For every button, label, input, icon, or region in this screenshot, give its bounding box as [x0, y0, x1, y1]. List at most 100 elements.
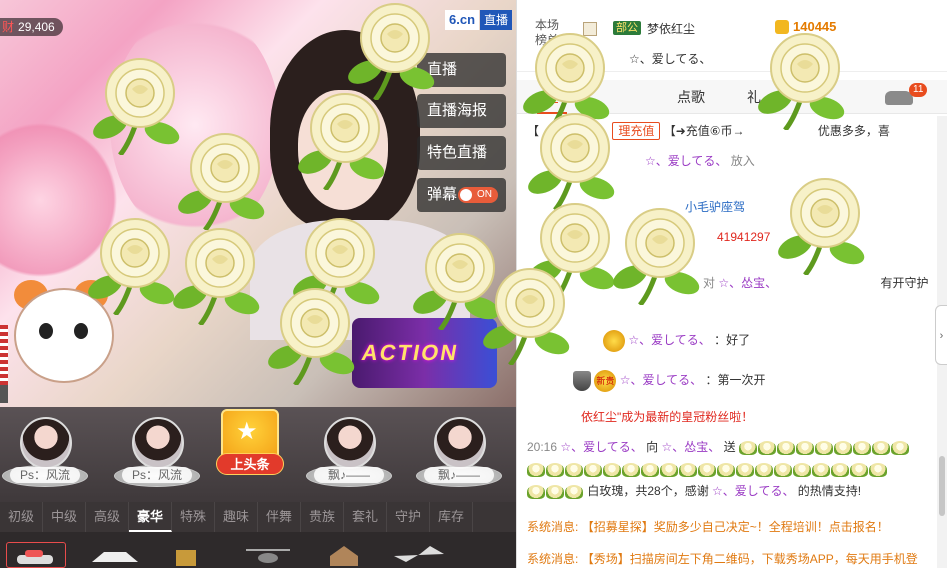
- chat-message: 【 理充值 【➜充值⑥币→ 优惠多多，喜: [527, 122, 890, 140]
- tab-special[interactable]: 特殊: [172, 502, 215, 532]
- live-poster-button[interactable]: 直播海报: [417, 94, 506, 128]
- chat-text: 送: [723, 440, 736, 454]
- tab-dance[interactable]: 伴舞: [258, 502, 301, 532]
- live-video[interactable]: ACTION 财 29,406 6.cn 直播 直播 直播海报 特色直播 弹幕 O…: [0, 0, 516, 407]
- gift-item-house[interactable]: [316, 542, 376, 568]
- tab-song[interactable]: 点歌: [677, 80, 705, 114]
- live-button[interactable]: 直播: [417, 53, 506, 87]
- event-sign-graphic: ACTION: [359, 340, 461, 365]
- rose-icon: [565, 484, 583, 499]
- headline-button[interactable]: ★ 上头条: [216, 409, 286, 487]
- rose-icon: [890, 440, 909, 455]
- rose-icon: [546, 484, 564, 499]
- guard-item[interactable]: 飘♪——: [304, 415, 394, 495]
- chat-text: 有开守护: [880, 276, 929, 290]
- tab-basic[interactable]: 初级: [0, 502, 43, 532]
- chat-message: 小毛驴座驾: [685, 198, 745, 216]
- wealth-counter: 财 29,406: [0, 18, 63, 36]
- rose-icon: [757, 440, 776, 455]
- rose-icon: [603, 462, 621, 477]
- system-link[interactable]: 【秀场】扫描房间左下角二维码，下载秀场APP，每天用手机登: [582, 552, 918, 566]
- gift-message: 白玫瑰，共28个，感谢 ☆、爱してる、 的热情支持!: [527, 482, 861, 500]
- chevron-right-icon[interactable]: ›: [935, 305, 947, 365]
- gift-item-castle[interactable]: [160, 542, 220, 568]
- gift-item-plane[interactable]: [390, 542, 450, 568]
- featured-live-button[interactable]: 特色直播: [417, 136, 506, 170]
- danmu-button[interactable]: 弹幕 ON: [417, 178, 506, 212]
- gift-rose-row: [527, 460, 888, 478]
- chat-message: 新贵 ☆、爱してる、 ：第一次开: [573, 370, 765, 392]
- rose-icon: [774, 462, 792, 477]
- tab-fun[interactable]: 趣味: [215, 502, 258, 532]
- chat-user[interactable]: ☆、怂宝、: [718, 276, 777, 290]
- guard-name: 飘♪——: [314, 467, 384, 483]
- rose-icon: [584, 462, 602, 477]
- chat-user[interactable]: ☆、爱してる、: [628, 333, 710, 347]
- rose-icon: [869, 462, 887, 477]
- gift-item-strip: [0, 532, 516, 568]
- right-panel: 本场榜单 部公 梦依红尘 140445 ☆、爱してる、 全 点歌 礼 11 【 …: [516, 0, 947, 568]
- guard-item[interactable]: 飘♪——: [414, 415, 504, 495]
- system-message: 系统消息: 【招募星探】奖励多少自己决定~！全程培训！点击报名！: [527, 518, 889, 536]
- rose-icon: [852, 440, 871, 455]
- site-logo: 6.cn: [445, 10, 480, 30]
- danmu-toggle[interactable]: ON: [458, 187, 498, 203]
- avatar: [20, 417, 72, 469]
- rank-second-user[interactable]: ☆、爱してる、: [629, 50, 711, 67]
- rank-label: 本场榜单: [535, 18, 560, 47]
- tab-gift[interactable]: 礼: [747, 80, 761, 114]
- tab-luxury[interactable]: 豪华: [129, 502, 172, 532]
- rose-icon: [546, 462, 564, 477]
- star-icon: ★: [236, 418, 258, 445]
- rose-icon: [850, 462, 868, 477]
- system-label: 系统消息:: [527, 552, 579, 566]
- chat-user[interactable]: ☆、爱してる、: [712, 484, 794, 498]
- chat-message: 依红尘"成为最新的皇冠粉丝啦！: [581, 408, 753, 426]
- chat-user[interactable]: ☆、爱してる、: [620, 373, 702, 387]
- tab-noble[interactable]: 贵族: [301, 502, 344, 532]
- chat-tabs: 全 点歌 礼 11: [517, 80, 947, 114]
- wealth-label: 财: [2, 20, 15, 34]
- gift-item-car[interactable]: [6, 542, 66, 568]
- recharge-promo-text: 【➜充值⑥币→: [663, 124, 745, 138]
- chat-text: 向: [646, 440, 659, 454]
- gift-item-sportscar[interactable]: [86, 542, 146, 568]
- left-edge-bar: [0, 325, 8, 385]
- chat-text: 白玫瑰，共28个，感谢: [587, 484, 709, 498]
- corner-icon[interactable]: [0, 385, 8, 403]
- tab-intermediate[interactable]: 中级: [43, 502, 86, 532]
- rank-top-user[interactable]: 梦依红尘: [647, 20, 695, 37]
- rose-icon: [717, 462, 735, 477]
- tab-guard[interactable]: 守护: [387, 502, 430, 532]
- medal-icon: [603, 330, 625, 352]
- guard-item[interactable]: Ps：风流: [0, 415, 90, 495]
- chat-target-user[interactable]: ☆、怂宝、: [661, 440, 720, 454]
- scrollbar-thumb[interactable]: [939, 456, 945, 516]
- new-noble-medal: 新贵: [594, 370, 617, 392]
- recharge-button[interactable]: 理充值: [612, 122, 661, 140]
- shield-icon: [573, 371, 591, 391]
- coin-icon: [775, 20, 789, 34]
- gift-message: 20:16 ☆、爱してる、 向 ☆、怂宝、 送: [527, 438, 910, 456]
- crown-fan-notice: 依红尘"成为最新的皇冠粉丝啦！: [581, 410, 754, 424]
- guard-item[interactable]: Ps：风流: [112, 415, 202, 495]
- chat-user[interactable]: ☆、爱してる、: [560, 440, 642, 454]
- system-link[interactable]: 【招募星探】奖励多少自己决定~！全程培训！点击报名！: [582, 520, 889, 534]
- chat-user[interactable]: ☆、爱してる、: [645, 154, 727, 168]
- gift-category-tabs: 初级 中级 高级 豪华 特殊 趣味 伴舞 贵族 套礼 守护 库存: [0, 502, 516, 532]
- chat-text: 放入: [730, 154, 755, 168]
- gift-item-helicopter[interactable]: [240, 542, 300, 568]
- tab-all[interactable]: 全: [537, 80, 567, 114]
- tab-bundle[interactable]: 套礼: [344, 502, 387, 532]
- tab-inventory[interactable]: 库存: [430, 502, 473, 532]
- rose-icon: [793, 462, 811, 477]
- rank-tag: 部公: [613, 21, 641, 35]
- site-live-label: 直播: [480, 10, 513, 30]
- rose-icon: [776, 440, 795, 455]
- hamster-sticker: [14, 278, 124, 388]
- rose-icon: [527, 484, 545, 499]
- guard-name: Ps：风流: [10, 467, 80, 483]
- rose-icon: [814, 440, 833, 455]
- tab-advanced[interactable]: 高级: [86, 502, 129, 532]
- chat-message: 41941297: [717, 228, 770, 246]
